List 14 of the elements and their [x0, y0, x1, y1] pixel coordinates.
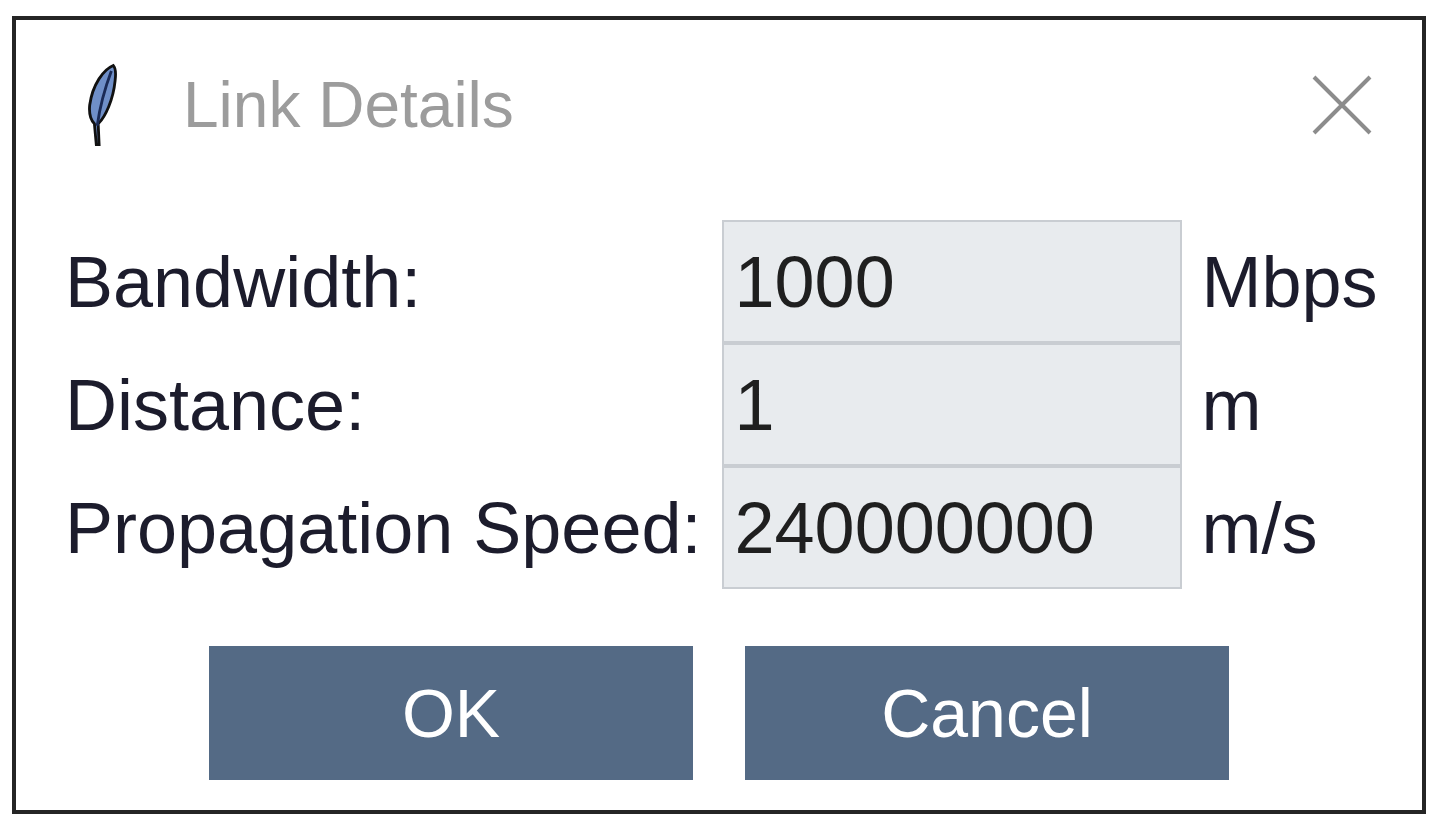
input-field[interactable]: 240000000	[721, 466, 1182, 589]
field-label: Propagation Speed:	[65, 486, 702, 569]
close-icon[interactable]	[1312, 75, 1372, 135]
feather-icon	[85, 63, 117, 147]
dialog-button[interactable]: Cancel	[745, 646, 1229, 780]
input-field[interactable]: 1	[721, 343, 1182, 466]
unit-label: Mbps	[1201, 240, 1378, 323]
unit-label: m/s	[1201, 486, 1319, 569]
unit-label: m	[1201, 363, 1263, 446]
field-label: Bandwidth:	[65, 240, 423, 323]
field-label: Distance:	[65, 363, 367, 446]
window-title: Link Details	[183, 68, 514, 142]
input-field[interactable]: 1000	[721, 220, 1182, 343]
dialog-button[interactable]: OK	[209, 646, 693, 780]
